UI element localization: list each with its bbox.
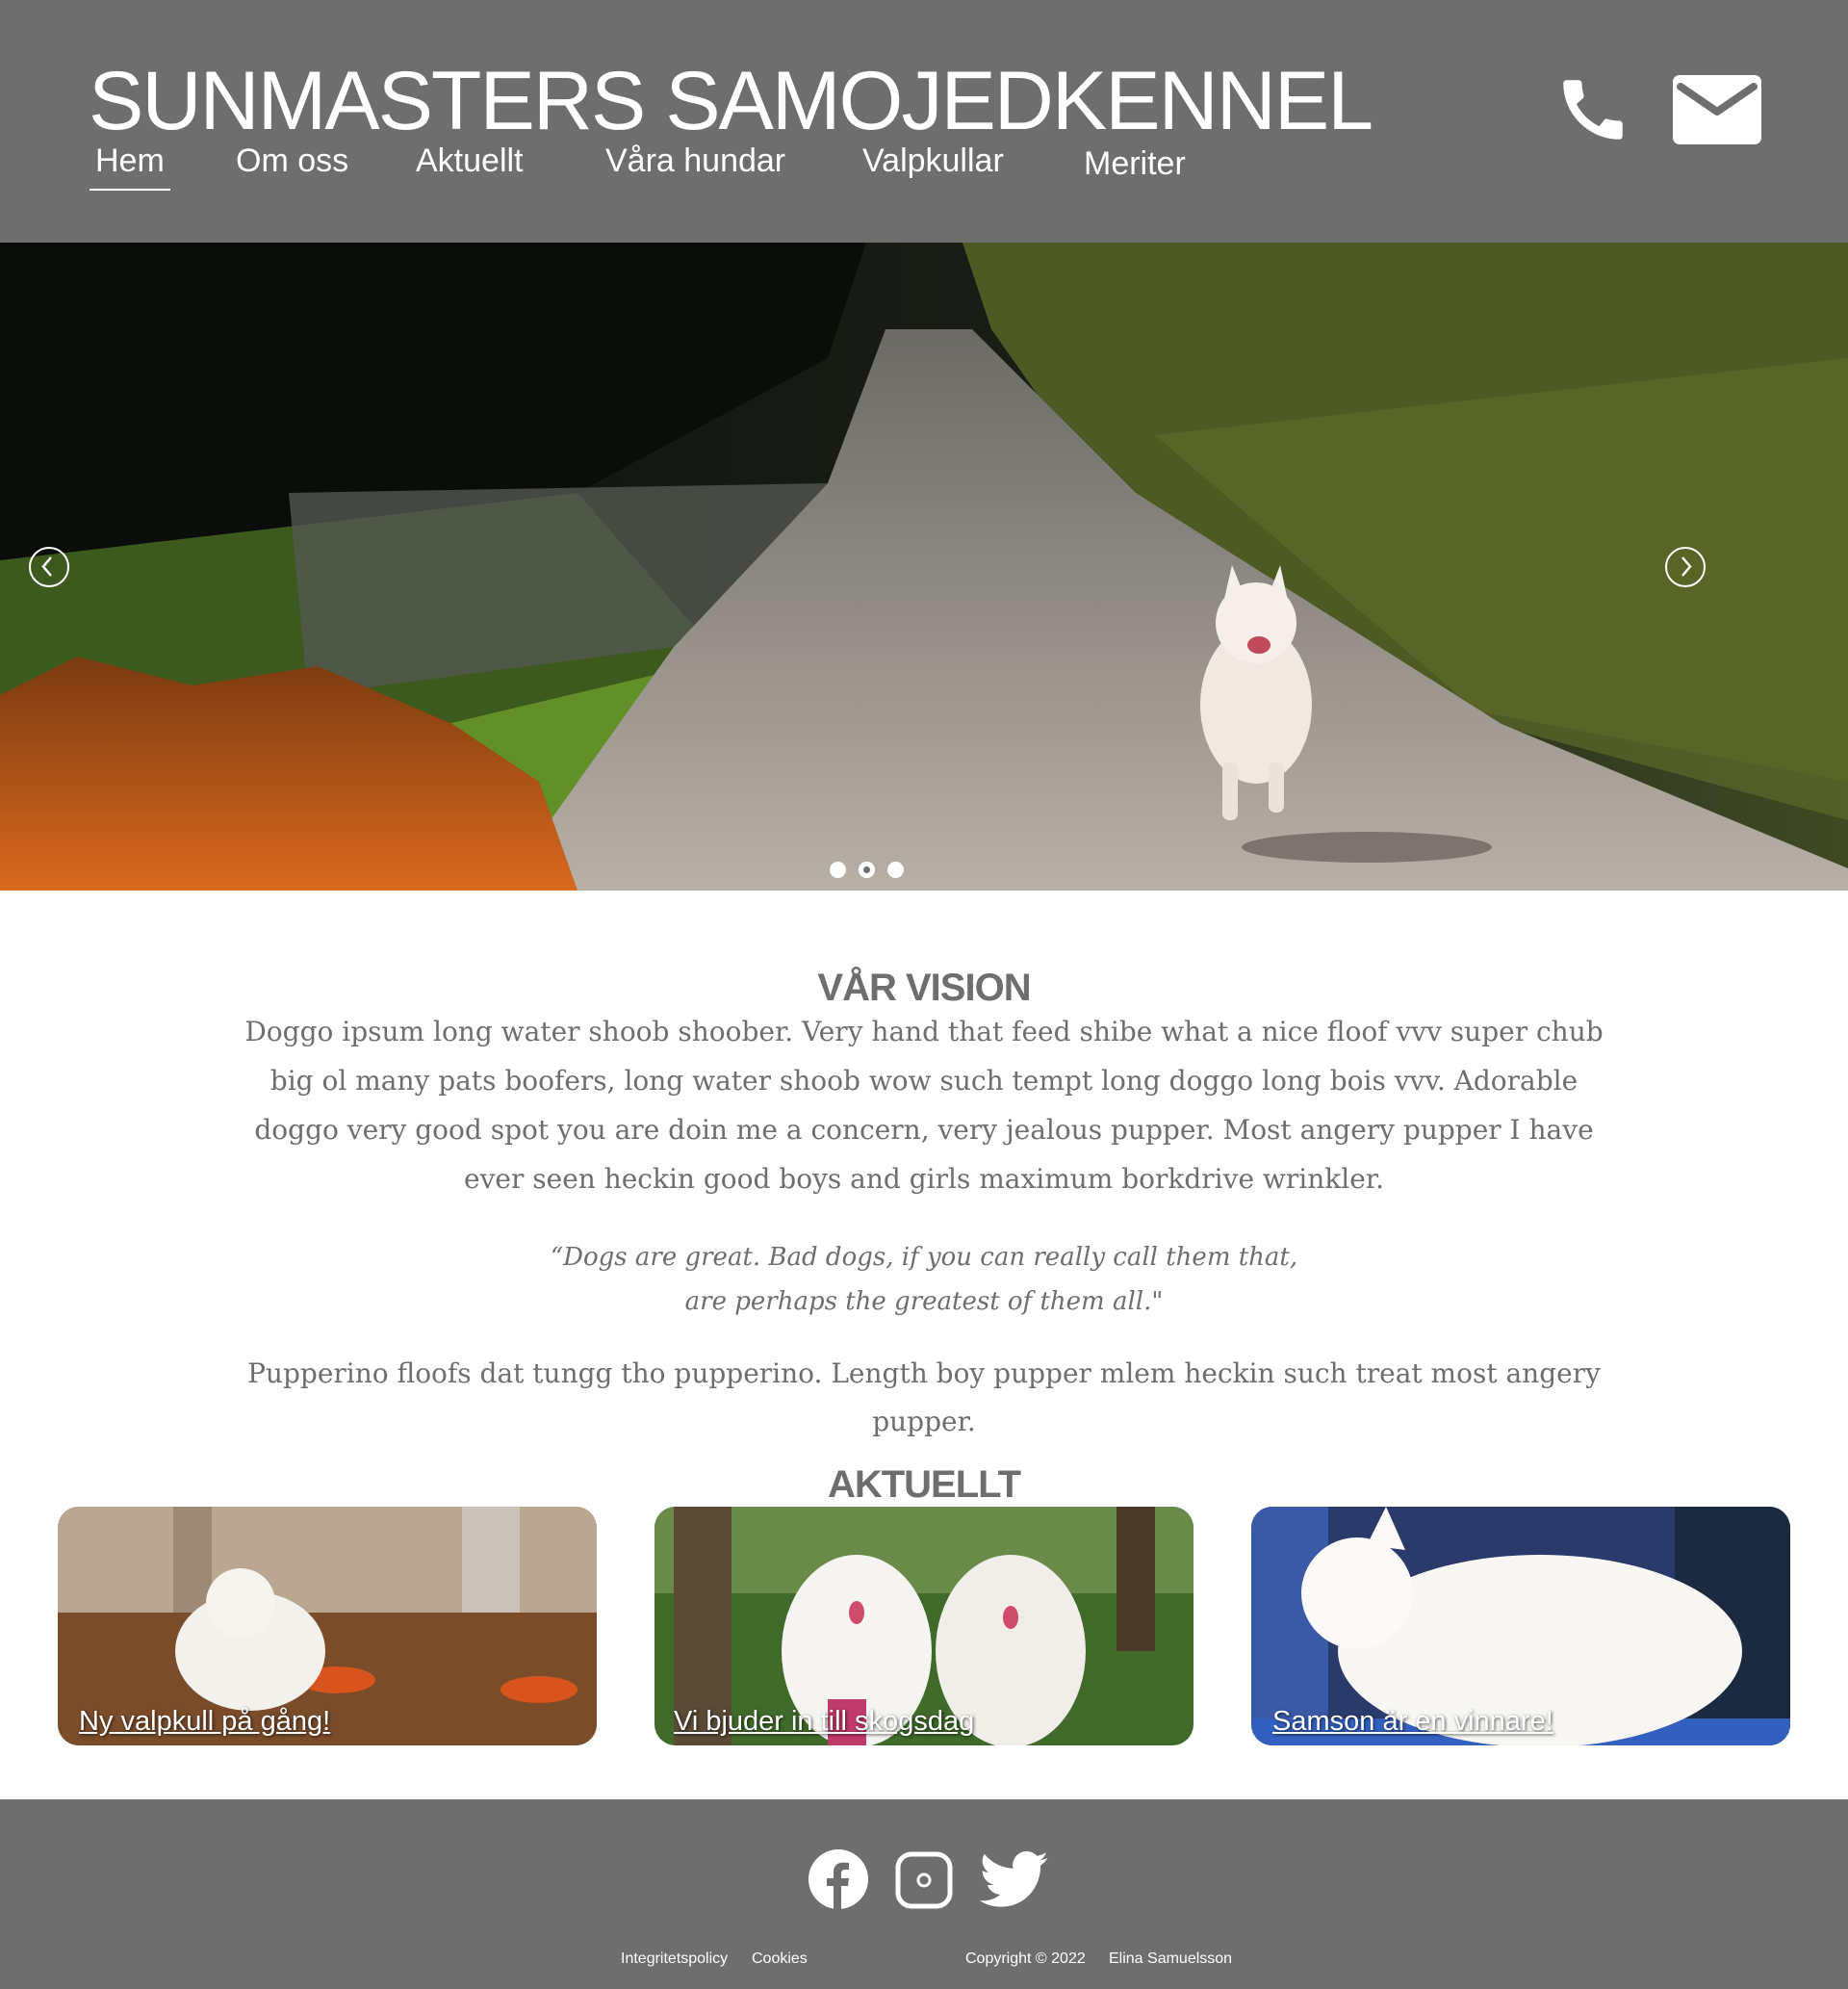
nav-item-vara-hundar[interactable]: Våra hundar [605,142,785,180]
carousel-dot-active[interactable] [859,862,875,878]
news-card-forest-day[interactable]: Vi bjuder in till skogsdag [654,1507,1194,1745]
closing-paragraph: Pupperino floofs dat tungg tho pupperino… [247,1357,1601,1437]
carousel-next-button[interactable] [1665,547,1706,587]
quote-line-2: are perhaps the greatest of them all." [684,1287,1164,1316]
author-name: Elina Samuelsson [1109,1950,1233,1967]
nav-item-om-oss[interactable]: Om oss [236,142,348,180]
hero-carousel [0,243,1848,891]
chevron-right-icon [1681,556,1692,577]
site-footer: Integritetspolicy Cookies Copyright © 20… [0,1799,1848,1989]
news-card-label[interactable]: Vi bjuder in till skogsdag [674,1706,974,1738]
vision-heading: VÅR VISION [817,967,1031,1009]
instagram-icon[interactable] [895,1851,953,1913]
news-card-label[interactable]: Samson är en vinnare! [1272,1706,1553,1738]
privacy-policy-link[interactable]: Integritetspolicy [621,1950,728,1968]
news-heading: AKTUELLT [827,1463,1021,1506]
carousel-dot[interactable] [830,862,846,878]
site-header: SUNMASTERS SAMOJEDKENNEL Hem Om oss Aktu… [0,0,1848,243]
nav-item-valpkullar[interactable]: Valpkullar [862,142,1004,180]
carousel-dot[interactable] [887,862,904,878]
twitter-icon[interactable] [979,1851,1049,1913]
brand-logo[interactable]: SUNMASTERS SAMOJEDKENNEL [89,60,1373,142]
news-card-winner[interactable]: Samson är en vinnare! [1251,1507,1790,1745]
hero-image [0,243,1848,891]
phone-icon[interactable] [1553,69,1632,154]
carousel-prev-button[interactable] [29,547,69,587]
nav-item-meriter[interactable]: Meriter [1084,145,1186,183]
nav-item-hem[interactable]: Hem [90,142,170,191]
mail-icon[interactable] [1673,75,1761,148]
chevron-left-icon [41,556,52,577]
vision-paragraph: Doggo ipsum long water shoob shoober. Ve… [244,1016,1604,1195]
nav-item-aktuellt[interactable]: Aktuellt [416,142,524,180]
news-card-label[interactable]: Ny valpkull på gång! [79,1706,330,1738]
news-card-puppies[interactable]: Ny valpkull på gång! [58,1507,597,1745]
quote-line-1: “Dogs are great. Bad dogs, if you can re… [550,1243,1298,1272]
facebook-icon[interactable] [808,1849,868,1913]
copyright-text: Copyright © 2022 [965,1950,1086,1967]
vision-quote: “Dogs are great. Bad dogs, if you can re… [539,1235,1309,1324]
cookies-link[interactable]: Cookies [752,1950,808,1968]
